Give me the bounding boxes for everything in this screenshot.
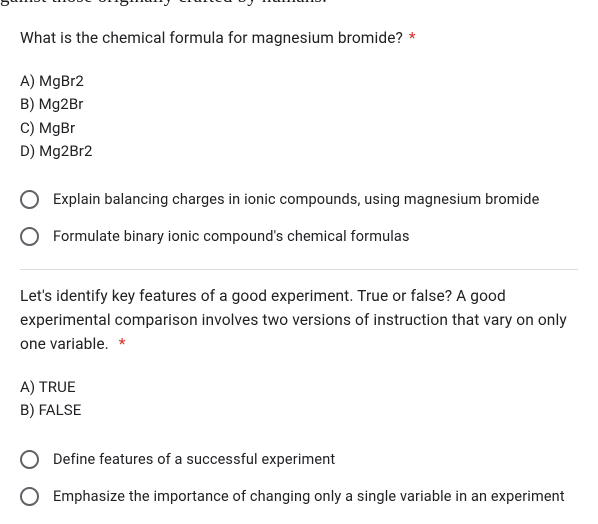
radio-icon [20,450,39,469]
question-2-text: Let's identify key features of a good ex… [20,287,567,353]
question-1-text: What is the chemical formula for magnesi… [20,29,403,47]
required-asterisk: * [115,335,126,353]
required-asterisk: * [409,29,416,47]
question-1-answers: A) MgBr2 B) Mg2Br C) MgBr D) Mg2Br2 [20,70,578,163]
question-1: What is the chemical formula for magnesi… [0,12,598,255]
answer-d: D) Mg2Br2 [20,140,578,163]
question-2: Let's identify key features of a good ex… [0,270,598,515]
radio-icon [20,487,39,506]
q1-option-1-label: Explain balancing charges in ionic compo… [53,191,539,208]
answer-b: B) FALSE [20,399,578,422]
q1-option-1[interactable]: Explain balancing charges in ionic compo… [20,181,578,218]
question-1-prompt: What is the chemical formula for magnesi… [20,26,578,50]
q2-option-2-label: Emphasize the importance of changing onl… [53,488,565,505]
q1-option-2[interactable]: Formulate binary ionic compound's chemic… [20,218,578,255]
answer-b: B) Mg2Br [20,93,578,116]
q2-option-2[interactable]: Emphasize the importance of changing onl… [20,478,578,515]
cutoff-header-text: gainst those originally crafted by human… [0,0,598,12]
radio-icon [20,190,39,209]
answer-c: C) MgBr [20,117,578,140]
answer-a: A) TRUE [20,376,578,399]
question-2-answers: A) TRUE B) FALSE [20,376,578,423]
q1-option-2-label: Formulate binary ionic compound's chemic… [53,228,410,245]
q2-option-1-label: Define features of a successful experime… [53,451,335,468]
radio-icon [20,227,39,246]
question-2-prompt: Let's identify key features of a good ex… [20,284,578,356]
answer-a: A) MgBr2 [20,70,578,93]
q2-option-1[interactable]: Define features of a successful experime… [20,441,578,478]
